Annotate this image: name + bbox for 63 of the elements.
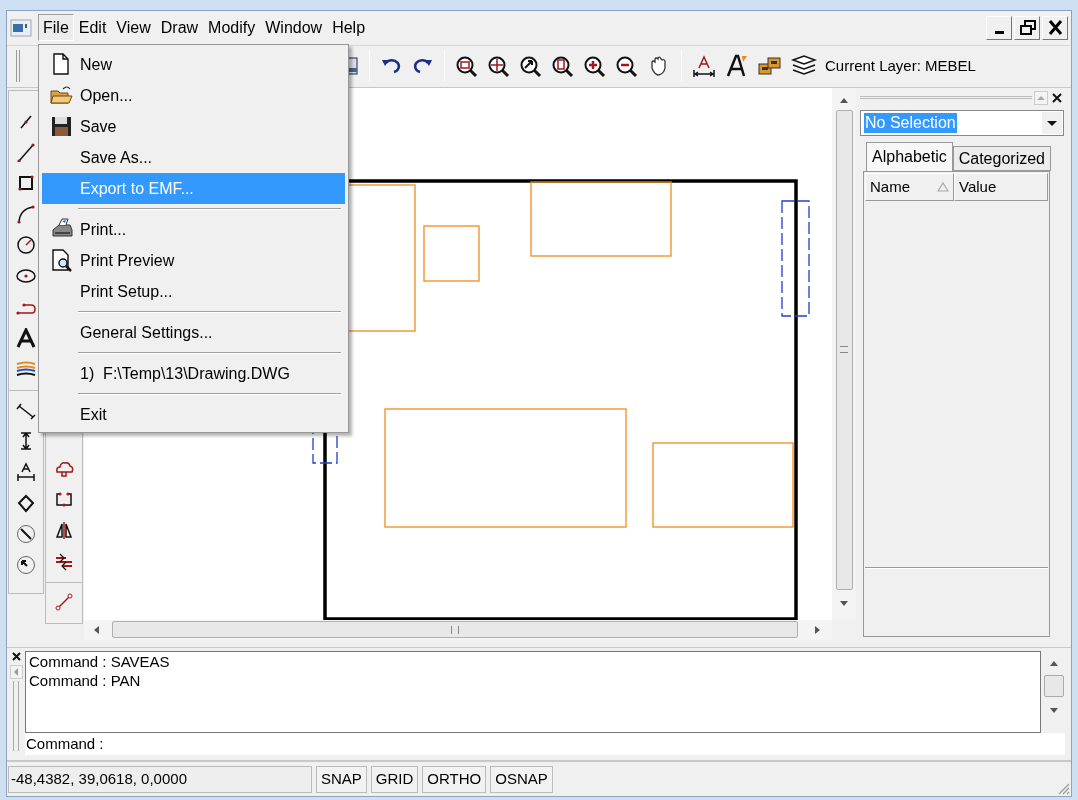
scrollbar-thumb[interactable]	[1044, 675, 1064, 698]
restore-button[interactable]	[1014, 15, 1040, 40]
radius-dimension-icon[interactable]	[16, 554, 36, 575]
minimize-button[interactable]	[986, 15, 1012, 40]
diameter-dimension-icon[interactable]	[16, 523, 36, 544]
resize-grip-icon[interactable]	[1056, 781, 1070, 795]
menu-item[interactable]: General Settings...	[42, 317, 345, 348]
zoom-window-icon[interactable]	[455, 54, 478, 78]
menu-item[interactable]: 1) F:\Temp\13\Drawing.DWG	[42, 358, 345, 389]
menu-item[interactable]: Save As...	[42, 142, 345, 173]
current-layer-label: Current Layer: MEBEL	[825, 56, 976, 77]
status-toggle[interactable]: ORTHO	[422, 765, 487, 793]
text-style-icon[interactable]	[725, 54, 749, 79]
line-segment-icon[interactable]	[54, 591, 74, 612]
menu-item[interactable]: View	[111, 14, 156, 42]
column-header[interactable]: Value	[954, 172, 1048, 201]
status-toggle[interactable]: SNAP	[316, 765, 367, 793]
menu-item[interactable]: Modify	[203, 14, 261, 42]
close-button[interactable]	[1042, 15, 1068, 40]
menu-item[interactable]: Help	[327, 14, 371, 42]
text-icon[interactable]	[16, 327, 36, 348]
panel-close-icon[interactable]	[1050, 90, 1064, 105]
menu-item[interactable]: Open...	[42, 80, 345, 111]
zoom-previous-icon[interactable]	[519, 54, 542, 78]
coordinates-display: -48,4382, 39,0618, 0,0000	[8, 765, 312, 793]
print-preview-icon	[49, 249, 73, 272]
dimension-style-icon[interactable]	[692, 54, 716, 79]
command-input[interactable]: Command :	[25, 733, 1065, 756]
arc-icon[interactable]	[16, 203, 36, 224]
folder-icon	[49, 84, 73, 107]
scrollbar-thumb[interactable]	[835, 109, 853, 590]
status-toggle[interactable]: OSNAP	[490, 765, 553, 793]
mirror-icon[interactable]	[54, 519, 74, 540]
menu-item[interactable]: Save	[42, 111, 345, 142]
polyline-icon[interactable]	[16, 141, 36, 162]
menu-item[interactable]: Draw	[155, 14, 204, 42]
menu-item[interactable]: Exit	[42, 399, 345, 430]
zoom-in-icon[interactable]	[583, 54, 606, 78]
status-toggle[interactable]: GRID	[370, 765, 419, 793]
zoom-page-icon[interactable]	[551, 54, 574, 78]
panel-tab[interactable]: Categorized	[952, 145, 1051, 171]
sort-ascending-icon	[937, 180, 949, 193]
menu-item[interactable]: Print Setup...	[42, 276, 345, 307]
menu-item[interactable]: New	[42, 49, 345, 80]
column-header[interactable]: Name	[865, 172, 954, 201]
zoom-extents-icon[interactable]	[487, 54, 510, 78]
menu-item[interactable]: Print...	[42, 214, 345, 245]
linear-dimension-icon[interactable]	[16, 461, 36, 482]
menu-item[interactable]: Edit	[73, 14, 112, 42]
app-icon[interactable]	[10, 18, 32, 37]
menu-item[interactable]: Window	[260, 14, 328, 42]
circle-icon[interactable]	[16, 234, 36, 255]
minimize-icon	[994, 31, 1004, 35]
history-line: Command : SAVEAS	[29, 652, 171, 672]
menu-item[interactable]: File	[38, 14, 74, 42]
toolbar-grip[interactable]	[16, 50, 20, 83]
menu-item[interactable]: Print Preview	[42, 245, 345, 276]
zoom-out-icon[interactable]	[615, 54, 638, 78]
history-line: Command : PAN	[29, 671, 142, 691]
panel-tab[interactable]: Alphabetic	[866, 141, 953, 171]
scrollbar-thumb[interactable]	[112, 621, 798, 639]
furniture-outline	[423, 225, 480, 282]
angular-dimension-icon[interactable]	[16, 492, 36, 513]
